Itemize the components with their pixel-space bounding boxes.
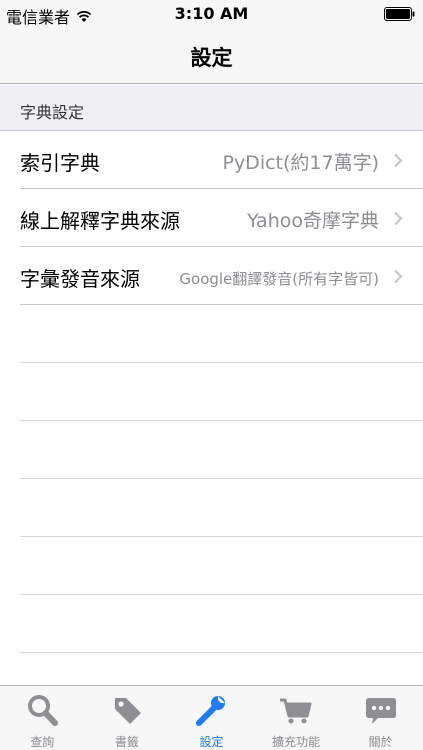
status-bar: 電信業者 3:10 AM	[0, 0, 423, 28]
chevron-right-icon	[394, 211, 403, 226]
empty-row	[0, 537, 423, 595]
chat-bubble-icon	[365, 698, 396, 724]
row-value: Yahoo奇摩字典	[247, 210, 379, 232]
section-title: 字典設定	[20, 103, 85, 122]
tab-label: 書籤	[114, 735, 139, 749]
chevron-right-icon	[394, 269, 403, 284]
tab-label: 關於	[368, 735, 393, 749]
navigation-bar: 設定	[0, 28, 423, 84]
row-value: Google翻譯發音(所有字皆可)	[179, 270, 379, 288]
row-index-dictionary[interactable]: 索引字典 PyDict(約17萬字)	[0, 131, 423, 189]
tab-bar: 查詢 書籤 設定 擴充功能 關於	[0, 685, 423, 750]
empty-row	[0, 363, 423, 421]
status-time: 3:10 AM	[174, 4, 249, 23]
wrench-icon	[196, 696, 226, 726]
tab-label: 查詢	[30, 735, 55, 749]
tab-about[interactable]: 關於	[338, 686, 423, 750]
row-label: 索引字典	[20, 151, 100, 175]
chevron-right-icon	[394, 153, 403, 168]
cart-icon	[280, 698, 312, 724]
empty-row	[0, 479, 423, 537]
row-online-dictionary-source[interactable]: 線上解釋字典來源 Yahoo奇摩字典	[0, 189, 423, 247]
tab-search[interactable]: 查詢	[0, 686, 85, 750]
row-pronunciation-source[interactable]: 字彙發音來源 Google翻譯發音(所有字皆可)	[0, 247, 423, 305]
settings-table: 索引字典 PyDict(約17萬字) 線上解釋字典來源 Yahoo奇摩字典 字彙…	[0, 131, 423, 653]
row-label: 線上解釋字典來源	[20, 209, 180, 233]
empty-row	[0, 421, 423, 479]
section-header: 字典設定	[0, 85, 423, 131]
tab-settings[interactable]: 設定	[169, 686, 254, 750]
tab-extensions[interactable]: 擴充功能	[254, 686, 339, 750]
tab-bookmarks[interactable]: 書籤	[85, 686, 170, 750]
tab-label: 擴充功能	[272, 735, 321, 749]
empty-row	[0, 305, 423, 363]
tab-label: 設定	[199, 735, 224, 749]
row-value: PyDict(約17萬字)	[222, 152, 379, 174]
row-label: 字彙發音來源	[20, 267, 140, 291]
page-title: 設定	[190, 46, 233, 70]
magnifier-icon	[28, 695, 59, 726]
tag-icon	[114, 698, 141, 724]
battery-icon	[384, 7, 415, 21]
empty-row	[0, 595, 423, 653]
